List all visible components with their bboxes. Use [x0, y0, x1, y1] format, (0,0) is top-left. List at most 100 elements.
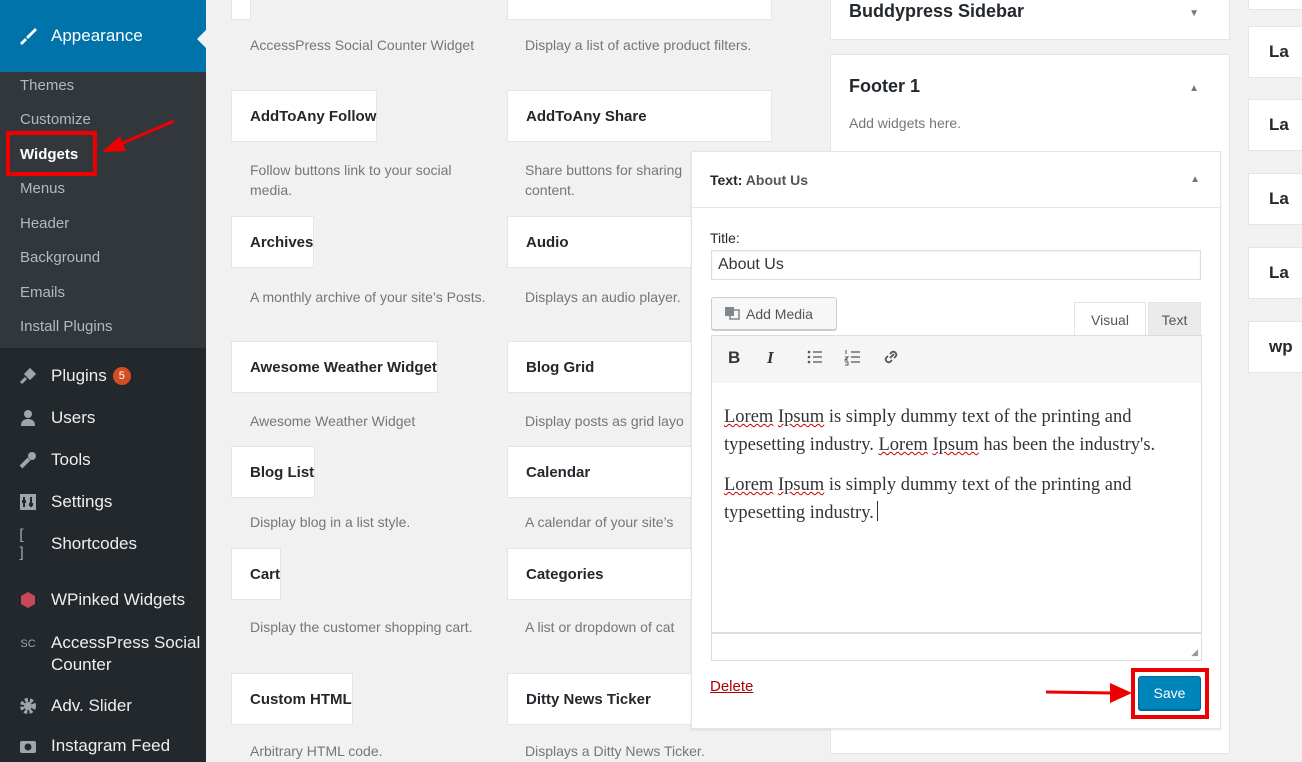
resize-handle-icon[interactable]: ◢ — [1191, 647, 1198, 658]
widget-title: Blog Grid — [526, 358, 595, 376]
italic-icon[interactable]: I — [767, 348, 774, 368]
add-media-label: Add Media — [746, 305, 813, 322]
link-icon[interactable] — [882, 348, 900, 371]
widget-addtoany-share[interactable]: AddToAny Share — [507, 90, 772, 142]
widget-instance-title: About Us — [745, 172, 809, 188]
widget-title: Archives — [250, 233, 314, 251]
right-card-label: La — [1269, 42, 1289, 61]
save-button[interactable]: Save — [1138, 676, 1201, 710]
widget-desc: Awesome Weather Widget — [250, 413, 416, 429]
tools-icon — [17, 449, 39, 471]
area-buddypress-sidebar[interactable]: Buddypress Sidebar ▼ — [830, 0, 1230, 40]
right-card-partial — [1248, 0, 1302, 10]
menu-shortcodes-label: Shortcodes — [51, 534, 137, 553]
menu-tools[interactable]: Tools — [0, 440, 206, 480]
widget-title: AddToAny Follow — [250, 107, 377, 125]
text-widget-about-us: Text: About Us ▲ Title: Add Media Visual… — [691, 151, 1221, 729]
camera-icon — [17, 735, 39, 757]
numbered-list-icon[interactable] — [843, 348, 862, 371]
title-input[interactable] — [711, 250, 1201, 280]
misspelled-word: Lorem — [724, 407, 774, 427]
area-title: Footer 1 — [849, 76, 921, 96]
menu-accesspress-social-counter[interactable]: SC AccessPress Social Counter — [0, 628, 206, 678]
text-widget-header[interactable]: Text: About Us ▲ — [692, 152, 1220, 208]
editor-paragraph: Lorem Ipsum is simply dummy text of the … — [724, 403, 1189, 459]
users-icon — [17, 407, 39, 429]
menu-users[interactable]: Users — [0, 398, 206, 438]
add-media-button[interactable]: Add Media — [711, 297, 837, 330]
menu-appearance[interactable]: Appearance — [0, 0, 206, 72]
tab-text-label: Text — [1161, 311, 1188, 328]
widget-awesome-weather[interactable]: Awesome Weather Widget — [231, 341, 438, 393]
menu-users-label: Users — [51, 408, 96, 427]
submenu-install-plugins[interactable]: Install Plugins — [20, 318, 113, 335]
menu-wpinked-widgets[interactable]: WPinked Widgets — [0, 580, 206, 620]
right-card[interactable]: La — [1248, 26, 1302, 78]
right-card-label: La — [1269, 189, 1289, 208]
widget-cart[interactable]: Cart — [231, 548, 282, 600]
submenu-background[interactable]: Background — [20, 249, 100, 266]
plugin-icon — [17, 365, 39, 387]
area-footer-1-header[interactable]: Footer 1 ▲ — [831, 55, 1229, 105]
widget-desc: Display the customer shopping cart. — [250, 619, 473, 635]
bold-icon[interactable]: B — [728, 348, 740, 368]
widget-title: Awesome Weather Widget — [250, 358, 437, 376]
widget-title: Categories — [526, 565, 604, 583]
submenu-header[interactable]: Header — [20, 215, 69, 232]
submenu-customize[interactable]: Customize — [20, 111, 91, 128]
menu-adv-slider-label: Adv. Slider — [51, 696, 132, 715]
submenu-themes[interactable]: Themes — [20, 77, 74, 94]
area-description: Add widgets here. — [849, 115, 962, 131]
misspelled-word: Lorem — [878, 435, 928, 455]
widget-title: Cart — [250, 565, 281, 583]
menu-shortcodes[interactable]: [ ] Shortcodes — [0, 524, 206, 564]
menu-plugins-label: Plugins — [51, 366, 107, 385]
bulleted-list-icon[interactable] — [806, 348, 824, 371]
text-cursor — [876, 501, 878, 521]
widget-title: AddToAny Share — [526, 107, 647, 125]
sc-icon: SC — [20, 638, 36, 650]
right-card[interactable]: La — [1248, 247, 1302, 299]
widget-desc: A monthly archive of your site’s Posts. — [250, 289, 486, 305]
menu-settings[interactable]: Settings — [0, 482, 206, 522]
widget-blog-list[interactable]: Blog List — [231, 446, 316, 498]
right-card[interactable]: wp — [1248, 321, 1302, 373]
gear-icon — [17, 695, 39, 717]
editor-statusbar: ◢ — [711, 633, 1202, 661]
menu-instagram-feed[interactable]: Instagram Feed — [0, 728, 206, 762]
plugins-update-badge: 5 — [112, 367, 131, 385]
delete-link[interactable]: Delete — [710, 678, 753, 695]
right-card[interactable]: La — [1248, 99, 1302, 151]
widget-card-partial[interactable] — [231, 0, 251, 20]
widget-desc: Displays a Ditty News Ticker. — [525, 743, 705, 759]
widget-addtoany-follow[interactable]: AddToAny Follow — [231, 90, 378, 142]
right-card-label: La — [1269, 115, 1289, 134]
menu-adv-slider[interactable]: Adv. Slider — [0, 686, 206, 726]
tab-visual[interactable]: Visual — [1074, 302, 1146, 336]
misspelled-word: Ipsum — [932, 435, 979, 455]
widget-title: Custom HTML — [250, 690, 352, 708]
title-label: Title: — [710, 230, 740, 246]
tab-text[interactable]: Text — [1148, 302, 1201, 336]
widget-archives[interactable]: Archives — [231, 216, 315, 268]
chevron-down-icon[interactable]: ▼ — [1189, 8, 1199, 19]
widget-custom-html[interactable]: Custom HTML — [231, 673, 353, 725]
widget-card-partial[interactable] — [507, 0, 772, 20]
misspelled-word: Ipsum — [777, 407, 825, 427]
menu-wpinked-label: WPinked Widgets — [51, 590, 186, 609]
right-card[interactable]: La — [1248, 173, 1302, 225]
chevron-up-icon[interactable]: ▲ — [1189, 83, 1199, 94]
right-card-label: La — [1269, 263, 1289, 282]
widget-desc: Arbitrary HTML code. — [250, 743, 383, 759]
submenu-emails[interactable]: Emails — [20, 284, 65, 301]
chevron-up-icon[interactable]: ▲ — [1190, 174, 1200, 185]
submenu-menus[interactable]: Menus — [20, 180, 65, 197]
area-title: Buddypress Sidebar — [849, 1, 1025, 21]
settings-icon — [17, 491, 39, 513]
widget-desc: Share buttons for sharing content. — [525, 162, 683, 198]
annotation-highlight-widgets — [6, 131, 97, 176]
save-label: Save — [1153, 685, 1186, 701]
media-icon — [724, 304, 740, 323]
visual-editor-content[interactable]: Lorem Ipsum is simply dummy text of the … — [711, 383, 1202, 633]
menu-plugins[interactable]: Plugins 5 — [0, 356, 206, 396]
